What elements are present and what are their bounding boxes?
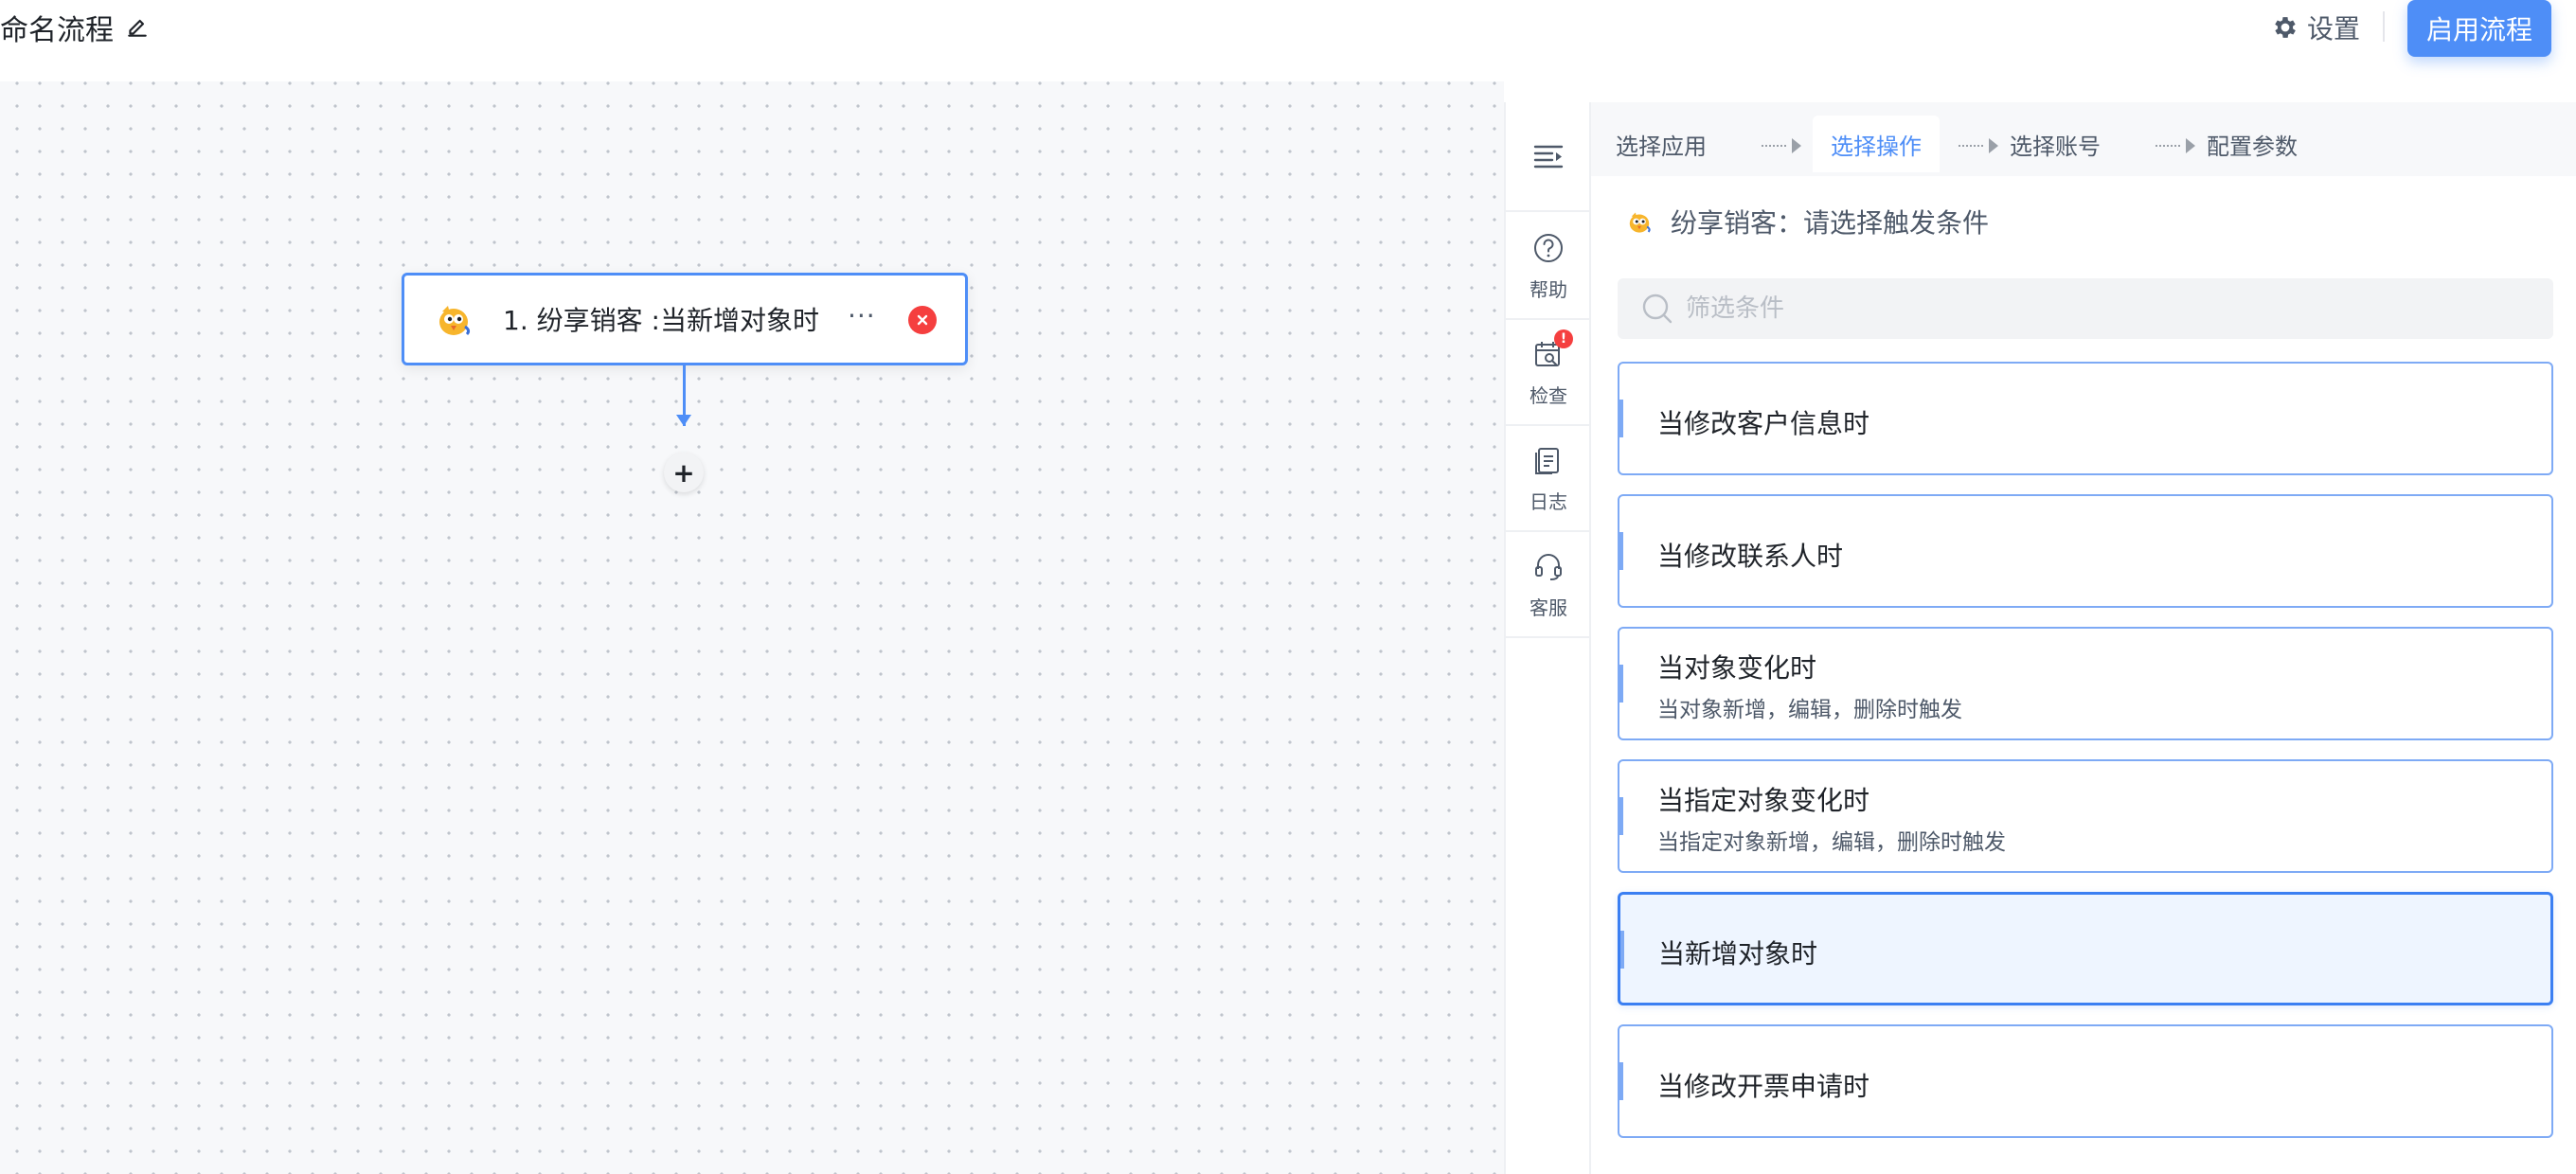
panel-breadcrumb-text: 纷享销客：请选择触发条件	[1671, 207, 1990, 239]
toolbar-help[interactable]: 帮助	[1506, 214, 1591, 320]
collapse-panel-button[interactable]	[1506, 102, 1591, 212]
trigger-option[interactable]: 当修改联系人时	[1618, 494, 2553, 608]
help-circle-icon	[1531, 231, 1565, 265]
step-separator	[2156, 138, 2195, 153]
search-icon	[1642, 294, 1673, 324]
header-divider	[2383, 11, 2385, 42]
headset-icon	[1531, 549, 1565, 583]
filter-search	[1618, 278, 2553, 339]
trigger-config-panel: 选择应用 选择操作 选择账号 配置参数 纷享销客：请选择触发条件 当修改客户信息…	[1591, 102, 2576, 1174]
check-alert-badge: !	[1554, 329, 1573, 348]
enable-flow-button[interactable]: 启用流程	[2407, 0, 2551, 57]
trigger-option-title: 当对象变化时	[1657, 652, 1817, 684]
edit-title-icon[interactable]	[125, 15, 150, 40]
top-header: 命名流程 设置 启用流程	[0, 0, 2576, 81]
trigger-option[interactable]: 当指定对象变化时 当指定对象新增，编辑，删除时触发	[1618, 759, 2553, 873]
step-select-app[interactable]: 选择应用	[1604, 116, 1718, 172]
collapse-menu-icon	[1533, 145, 1564, 169]
trigger-option-desc: 当指定对象新增，编辑，删除时触发	[1657, 830, 2006, 855]
trigger-option-title: 当新增对象时	[1658, 938, 1818, 969]
step-tabs: 选择应用 选择操作 选择账号 配置参数	[1591, 102, 2576, 176]
add-node-button[interactable]: +	[664, 453, 704, 492]
settings-label: 设置	[2307, 13, 2361, 44]
trigger-option-desc: 当对象新增，编辑，删除时触发	[1657, 698, 1962, 722]
trigger-option-title: 当修改联系人时	[1657, 541, 1844, 572]
trigger-option[interactable]: 当修改开票申请时	[1618, 1024, 2553, 1138]
trigger-option-selected[interactable]: 当新增对象时	[1618, 892, 2553, 1005]
side-toolbar: 帮助 ! 检查 日志 客服	[1504, 102, 1591, 1174]
close-icon	[917, 314, 928, 326]
trigger-option-title: 当修改客户信息时	[1657, 408, 1870, 439]
node-delete-button[interactable]	[908, 306, 937, 334]
toolbar-help-label: 帮助	[1530, 277, 1567, 301]
flow-node-label: 1. 纷享销客 :当新增对象时	[503, 305, 819, 336]
node-more-button[interactable]: ···	[848, 300, 876, 331]
flow-title: 命名流程	[0, 6, 150, 49]
toolbar-check-label: 检查	[1530, 383, 1567, 407]
panel-breadcrumb: 纷享销客：请选择触发条件	[1625, 199, 1989, 244]
step-select-account[interactable]: 选择账号	[1998, 116, 2112, 172]
trigger-option-title: 当指定对象变化时	[1657, 785, 1870, 816]
trigger-option-title: 当修改开票申请时	[1657, 1071, 1870, 1102]
fxiaoke-app-icon	[439, 306, 471, 336]
connector-arrow	[676, 415, 691, 426]
step-config-params[interactable]: 配置参数	[2195, 116, 2309, 172]
check-calendar-icon: !	[1531, 329, 1573, 371]
toolbar-support-label: 客服	[1530, 596, 1567, 619]
filter-search-input[interactable]	[1686, 278, 2553, 339]
trigger-option[interactable]: 当对象变化时 当对象新增，编辑，删除时触发	[1618, 627, 2553, 740]
log-document-icon	[1531, 443, 1565, 477]
flow-node[interactable]: 1. 纷享销客 :当新增对象时 ···	[402, 273, 968, 365]
flow-canvas[interactable]: 1. 纷享销客 :当新增对象时 ··· +	[0, 81, 1504, 1174]
trigger-option[interactable]: 当修改客户信息时	[1618, 362, 2553, 475]
toolbar-check[interactable]: ! 检查	[1506, 320, 1591, 426]
step-select-action[interactable]: 选择操作	[1813, 116, 1940, 172]
toolbar-log-label: 日志	[1530, 489, 1567, 513]
step-separator	[1762, 138, 1801, 153]
toolbar-log[interactable]: 日志	[1506, 426, 1591, 532]
flow-title-text: 命名流程	[0, 14, 114, 47]
step-separator	[1959, 138, 1998, 153]
toolbar-support[interactable]: 客服	[1506, 532, 1591, 638]
fxiaoke-app-icon	[1629, 212, 1651, 233]
gear-icon	[2275, 17, 2296, 38]
settings-button[interactable]: 设置	[2271, 6, 2360, 49]
